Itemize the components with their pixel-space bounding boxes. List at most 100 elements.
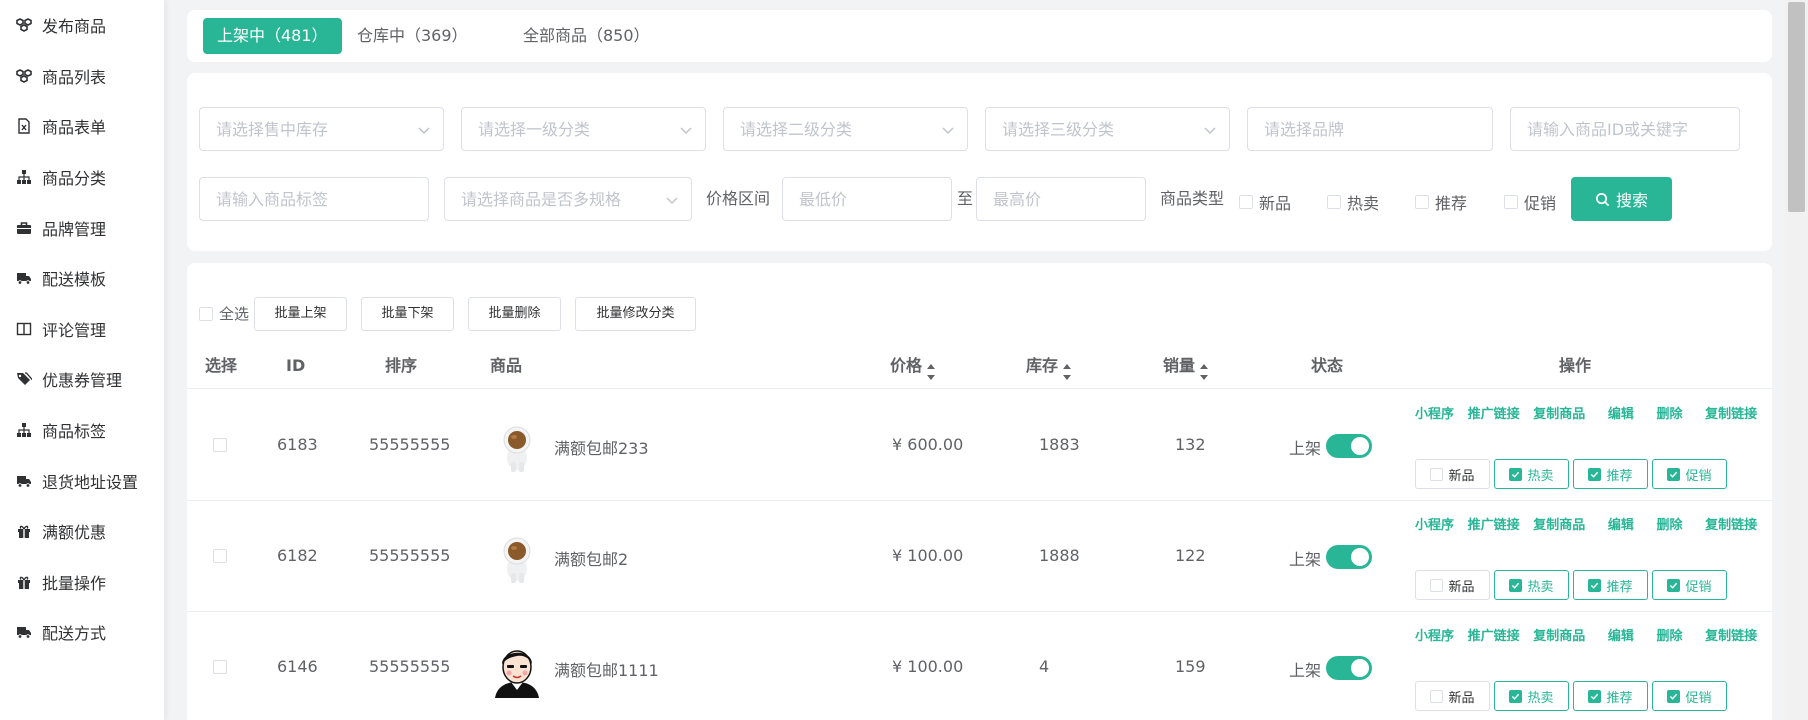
- sidebar-item-product-list[interactable]: 商品列表: [0, 51, 164, 102]
- select-all[interactable]: 全选: [199, 303, 249, 324]
- multi-spec-input[interactable]: [445, 178, 691, 220]
- sidebar-item-publish-product[interactable]: 发布商品: [0, 0, 164, 51]
- op-promo-link[interactable]: 推广链接: [1468, 518, 1520, 533]
- op-delete-link[interactable]: 删除: [1657, 629, 1683, 644]
- op-edit-link[interactable]: 编辑: [1608, 629, 1634, 644]
- brand-select-input[interactable]: [1248, 108, 1492, 150]
- tab-all-products[interactable]: 全部商品（850）: [509, 18, 664, 54]
- type-option-new[interactable]: 新品: [1239, 190, 1291, 214]
- flag-promo-chip[interactable]: 促销: [1652, 570, 1727, 600]
- batch-onsale-button[interactable]: 批量上架: [254, 297, 347, 331]
- tab-on-sale[interactable]: 上架中（481）: [203, 18, 342, 54]
- op-copy-product-link[interactable]: 复制商品: [1533, 629, 1585, 644]
- flag-promo-chip[interactable]: 促销: [1652, 459, 1727, 489]
- row-product-name[interactable]: 满额包邮233: [554, 435, 649, 459]
- checkbox[interactable]: [1327, 195, 1341, 209]
- brand-select[interactable]: [1247, 107, 1493, 151]
- tab-warehouse[interactable]: 仓库中（369）: [343, 18, 482, 54]
- sidebar-item-brand-management[interactable]: 品牌管理: [0, 202, 164, 253]
- op-copy-url-link[interactable]: 复制链接: [1705, 407, 1757, 422]
- category-level2-input[interactable]: [724, 108, 967, 150]
- sidebar-item-product-form[interactable]: 商品表单: [0, 101, 164, 152]
- checkbox[interactable]: [1239, 195, 1253, 209]
- type-option-recommend[interactable]: 推荐: [1415, 190, 1467, 214]
- flag-promo-chip[interactable]: 促销: [1652, 681, 1727, 711]
- row-operations: 小程序 推广链接 复制商品 编辑 删除 复制链接 新品 热卖 推荐 促销: [1415, 402, 1765, 489]
- header-sales[interactable]: 销量: [1163, 343, 1209, 389]
- flag-hot-chip[interactable]: 热卖: [1494, 459, 1569, 489]
- checkbox[interactable]: [1504, 195, 1518, 209]
- search-button[interactable]: 搜索: [1571, 177, 1672, 221]
- op-miniprogram-link[interactable]: 小程序: [1415, 407, 1454, 422]
- op-promo-link[interactable]: 推广链接: [1468, 629, 1520, 644]
- max-price-field[interactable]: [976, 177, 1146, 221]
- flag-recommend-chip[interactable]: 推荐: [1573, 570, 1648, 600]
- max-price-input[interactable]: [977, 178, 1145, 220]
- min-price-input[interactable]: [783, 178, 951, 220]
- checkbox[interactable]: [1415, 195, 1429, 209]
- sidebar-item-comment-management[interactable]: 评论管理: [0, 304, 164, 355]
- row-product-name[interactable]: 满额包邮1111: [554, 657, 659, 681]
- op-miniprogram-link[interactable]: 小程序: [1415, 629, 1454, 644]
- category-level1-input[interactable]: [462, 108, 705, 150]
- select-all-checkbox[interactable]: [199, 306, 213, 321]
- op-delete-link[interactable]: 删除: [1657, 407, 1683, 422]
- flag-recommend-chip[interactable]: 推荐: [1573, 459, 1648, 489]
- op-edit-link[interactable]: 编辑: [1608, 407, 1634, 422]
- status-toggle[interactable]: [1326, 656, 1372, 680]
- stock-select[interactable]: [199, 107, 444, 151]
- sidebar-item-product-tags[interactable]: 商品标签: [0, 405, 164, 456]
- category-level3-select[interactable]: [985, 107, 1230, 151]
- scrollbar-thumb[interactable]: [1788, 2, 1805, 212]
- min-price-field[interactable]: [782, 177, 952, 221]
- op-promo-link[interactable]: 推广链接: [1468, 407, 1520, 422]
- sidebar-item-coupon-management[interactable]: 优惠券管理: [0, 354, 164, 405]
- sidebar-item-batch-operation[interactable]: 批量操作: [0, 557, 164, 608]
- type-option-promo[interactable]: 促销: [1504, 190, 1556, 214]
- row-checkbox[interactable]: [213, 438, 227, 452]
- flag-new-chip[interactable]: 新品: [1415, 459, 1490, 489]
- row-checkbox[interactable]: [213, 549, 227, 563]
- category-level1-select[interactable]: [461, 107, 706, 151]
- row-checkbox[interactable]: [213, 660, 227, 674]
- keyword-input[interactable]: [1511, 108, 1739, 150]
- flag-new-chip[interactable]: 新品: [1415, 681, 1490, 711]
- category-level3-input[interactable]: [986, 108, 1229, 150]
- stock-select-input[interactable]: [200, 108, 443, 150]
- status-toggle[interactable]: [1326, 434, 1372, 458]
- op-miniprogram-link[interactable]: 小程序: [1415, 518, 1454, 533]
- product-tag-input[interactable]: [200, 178, 428, 220]
- sort-icon[interactable]: [1062, 355, 1072, 380]
- product-tag-field[interactable]: [199, 177, 429, 221]
- op-edit-link[interactable]: 编辑: [1608, 518, 1634, 533]
- sidebar-item-delivery-method[interactable]: 配送方式: [0, 607, 164, 658]
- status-toggle[interactable]: [1326, 545, 1372, 569]
- type-option-hot[interactable]: 热卖: [1327, 190, 1379, 214]
- flag-recommend-chip[interactable]: 推荐: [1573, 681, 1648, 711]
- keyword-field[interactable]: [1510, 107, 1740, 151]
- header-stock[interactable]: 库存: [1026, 343, 1072, 389]
- op-copy-product-link[interactable]: 复制商品: [1533, 407, 1585, 422]
- batch-delete-button[interactable]: 批量删除: [468, 297, 561, 331]
- category-level2-select[interactable]: [723, 107, 968, 151]
- op-copy-url-link[interactable]: 复制链接: [1705, 629, 1757, 644]
- batch-offsale-button[interactable]: 批量下架: [361, 297, 454, 331]
- sort-icon[interactable]: [1199, 355, 1209, 380]
- sort-icon[interactable]: [926, 355, 936, 380]
- op-copy-url-link[interactable]: 复制链接: [1705, 518, 1757, 533]
- header-price[interactable]: 价格: [890, 343, 936, 389]
- flag-new-chip[interactable]: 新品: [1415, 570, 1490, 600]
- sidebar-item-product-category[interactable]: 商品分类: [0, 152, 164, 203]
- sidebar-item-full-discount[interactable]: 满额优惠: [0, 506, 164, 557]
- op-copy-product-link[interactable]: 复制商品: [1533, 518, 1585, 533]
- page-scrollbar[interactable]: [1785, 0, 1808, 720]
- flag-hot-chip[interactable]: 热卖: [1494, 570, 1569, 600]
- batch-change-category-button[interactable]: 批量修改分类: [575, 297, 696, 331]
- row-product-name[interactable]: 满额包邮2: [554, 546, 628, 570]
- op-delete-link[interactable]: 删除: [1657, 518, 1683, 533]
- sidebar-item-shipping-template[interactable]: 配送模板: [0, 253, 164, 304]
- sidebar-item-return-address[interactable]: 退货地址设置: [0, 455, 164, 506]
- flag-label: 新品: [1448, 468, 1475, 484]
- flag-hot-chip[interactable]: 热卖: [1494, 681, 1569, 711]
- multi-spec-select[interactable]: [444, 177, 692, 221]
